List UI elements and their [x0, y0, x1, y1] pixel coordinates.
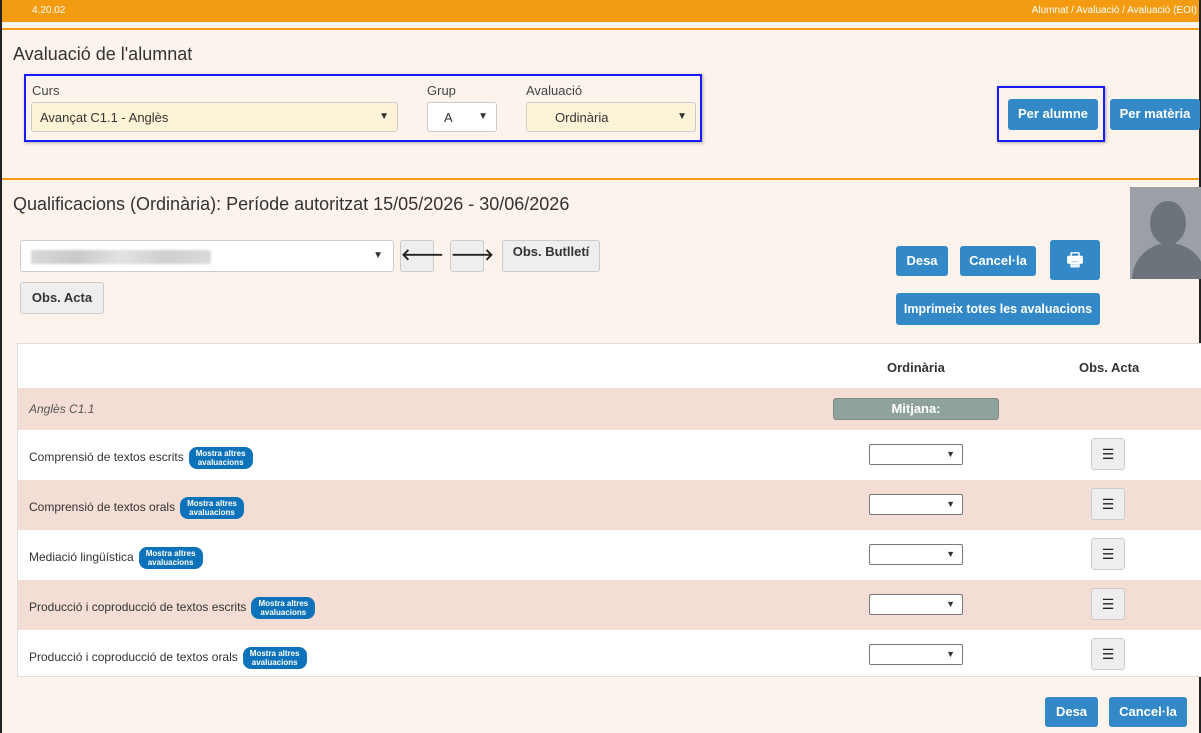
- row-label: Comprensió de textos escrits Mostra altre…: [29, 447, 253, 469]
- chevron-down-icon: ▼: [946, 449, 955, 459]
- mitjana-badge: Mitjana:: [833, 398, 999, 420]
- grade-select[interactable]: ▼: [869, 594, 963, 615]
- list-icon: ☰: [1101, 646, 1115, 662]
- list-icon: ☰: [1101, 446, 1115, 462]
- grade-select[interactable]: ▼: [869, 544, 963, 565]
- per-materia-button[interactable]: Per matèria: [1110, 99, 1200, 130]
- row-label: Mediació lingüística Mostra altres avaluac…: [29, 547, 203, 569]
- printer-icon: 🖶: [1066, 250, 1084, 270]
- grades-panel: Qualificacions (Ordinària): Període auto…: [2, 178, 1201, 733]
- filters-panel: Avaluació de l'alumnat Curs Avançat C1.1…: [2, 28, 1200, 148]
- top-bar: 4.20.02 Alumnat / Avaluació / Avaluació …: [2, 0, 1199, 22]
- obs-acta-row-button[interactable]: ☰: [1091, 438, 1125, 470]
- row-label: Producció i coproducció de textos escrit…: [29, 597, 316, 619]
- chevron-down-icon: ▼: [946, 599, 955, 609]
- row-label: Producció i coproducció de textos orals M…: [29, 647, 307, 669]
- grades-title: Qualificacions (Ordinària): Període auto…: [13, 194, 570, 214]
- avaluacio-select-value: Ordinària: [555, 110, 609, 125]
- list-icon: ☰: [1101, 596, 1115, 612]
- desa-button-top[interactable]: Desa: [896, 246, 948, 276]
- grades-table: Ordinària Obs. Acta Anglès C1.1 Mitjana:…: [17, 343, 1201, 677]
- row-label: Comprensió de textos orals Mostra altres a…: [29, 497, 244, 519]
- column-header-obs-acta: Obs. Acta: [1079, 360, 1140, 375]
- table-row: Producció i coproducció de textos escrit…: [18, 580, 1201, 630]
- student-select[interactable]: ▼: [20, 240, 394, 272]
- chevron-down-icon: ▼: [946, 649, 955, 659]
- obs-butlleti-button[interactable]: Obs. Butlletí: [502, 240, 600, 272]
- show-other-evaluations-button[interactable]: Mostra altres avaluacions: [242, 647, 307, 669]
- show-other-evaluations-button[interactable]: Mostra altres avaluacions: [138, 547, 203, 569]
- per-alumne-button[interactable]: Per alumne: [1008, 99, 1098, 130]
- desa-button-bottom[interactable]: Desa: [1045, 697, 1098, 727]
- cancel-button-bottom[interactable]: Cancel·la: [1109, 697, 1187, 727]
- table-row: Comprensió de textos orals Mostra altres a…: [18, 480, 1201, 530]
- student-avatar: [1130, 187, 1201, 279]
- version-label: 4.20.02: [32, 5, 66, 16]
- breadcrumb[interactable]: Alumnat / Avaluació / Avaluació (EOI): [1032, 5, 1197, 16]
- app-frame: 4.20.02 Alumnat / Avaluació / Avaluació …: [0, 0, 1201, 733]
- obs-acta-button[interactable]: Obs. Acta: [20, 282, 104, 314]
- avatar-body: [1132, 243, 1201, 279]
- subject-label: Anglès C1.1: [29, 402, 95, 416]
- avaluacio-label: Avaluació: [526, 83, 583, 98]
- chevron-down-icon: ▼: [379, 111, 389, 122]
- show-other-evaluations-button[interactable]: Mostra altres avaluacions: [180, 497, 244, 519]
- column-header-ordinaria: Ordinària: [887, 360, 945, 375]
- chevron-down-icon: ▼: [478, 111, 488, 122]
- print-button[interactable]: 🖶: [1050, 240, 1100, 280]
- grup-select[interactable]: A ▼: [427, 102, 497, 132]
- table-row: Producció i coproducció de textos orals M…: [18, 630, 1201, 680]
- list-icon: ☰: [1101, 546, 1115, 562]
- show-other-evaluations-button[interactable]: Mostra altres avaluacions: [188, 447, 253, 469]
- grade-select[interactable]: ▼: [869, 444, 963, 465]
- page-title: Avaluació de l'alumnat: [13, 44, 193, 64]
- avatar-head: [1150, 201, 1186, 245]
- subject-row: Anglès C1.1 Mitjana:: [18, 388, 1201, 430]
- grup-select-value: A: [444, 110, 453, 125]
- chevron-down-icon: ▼: [946, 499, 955, 509]
- obs-acta-row-button[interactable]: ☰: [1091, 488, 1125, 520]
- arrow-left-icon: 🡐: [401, 247, 444, 264]
- chevron-down-icon: ▼: [373, 250, 383, 261]
- next-student-button[interactable]: 🡒: [450, 240, 494, 272]
- grup-label: Grup: [427, 83, 456, 98]
- curs-select-value: Avançat C1.1 - Anglès: [40, 110, 169, 125]
- table-row: Mediació lingüística Mostra altres avaluac…: [18, 530, 1201, 580]
- curs-label: Curs: [32, 83, 60, 98]
- show-other-evaluations-button[interactable]: Mostra altres avaluacions: [251, 597, 316, 619]
- cancel-button-top[interactable]: Cancel·la: [960, 246, 1036, 276]
- obs-acta-row-button[interactable]: ☰: [1091, 538, 1125, 570]
- table-row: Comprensió de textos escrits Mostra altre…: [18, 430, 1201, 480]
- previous-student-button[interactable]: 🡐: [400, 240, 444, 272]
- grade-select[interactable]: ▼: [869, 644, 963, 665]
- student-name-redacted: [31, 250, 211, 264]
- print-all-evaluations-button[interactable]: Imprimeix totes les avaluacions: [896, 293, 1100, 325]
- arrow-right-icon: 🡒: [451, 247, 494, 264]
- chevron-down-icon: ▼: [677, 111, 687, 122]
- grade-select[interactable]: ▼: [869, 494, 963, 515]
- curs-select[interactable]: Avançat C1.1 - Anglès ▼: [31, 102, 398, 132]
- list-icon: ☰: [1101, 496, 1115, 512]
- chevron-down-icon: ▼: [946, 549, 955, 559]
- obs-acta-row-button[interactable]: ☰: [1091, 638, 1125, 670]
- avaluacio-select[interactable]: Ordinària ▼: [526, 102, 696, 132]
- obs-acta-row-button[interactable]: ☰: [1091, 588, 1125, 620]
